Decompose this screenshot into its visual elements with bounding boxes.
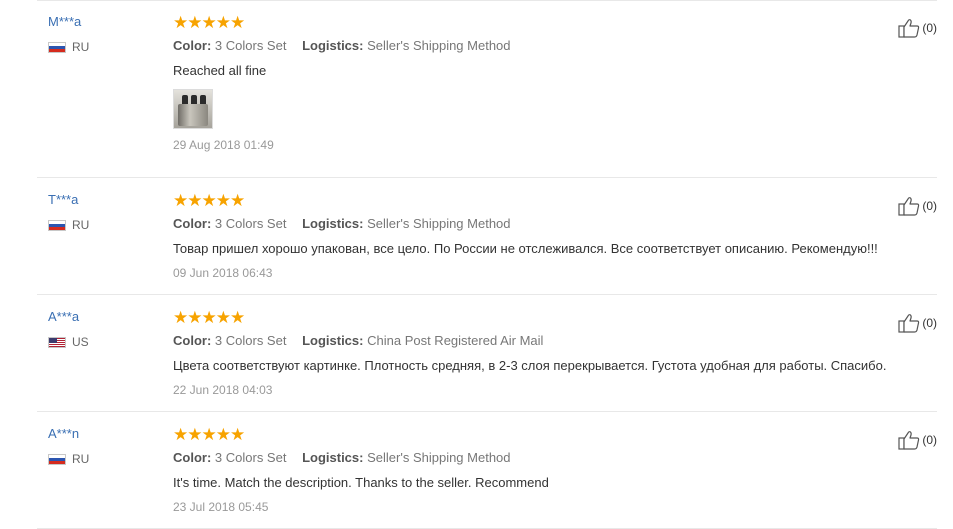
nail-polish-bottles xyxy=(178,104,208,126)
review-item: A***a US ★★★★★ Color: 3 Colors Set Logis… xyxy=(37,295,937,412)
review-date: 22 Jun 2018 04:03 xyxy=(173,383,273,397)
review-meta: Color: 3 Colors Set Logistics: Seller's … xyxy=(173,450,937,466)
logistics-value: China Post Registered Air Mail xyxy=(367,333,544,348)
flag-ru-icon xyxy=(48,219,66,231)
thumbs-up-icon xyxy=(898,314,920,333)
reviewer-name[interactable]: M***a xyxy=(48,14,89,30)
review-content: ★★★★★ Color: 3 Colors Set Logistics: Sel… xyxy=(173,426,937,515)
reviewer-country: US xyxy=(48,335,89,349)
color-label: Color: xyxy=(173,333,212,348)
helpful-button[interactable]: (0) xyxy=(898,18,937,38)
review-item: M***a RU ★★★★★ Color: 3 Colors Set Logis… xyxy=(37,0,937,178)
reviewer-name[interactable]: T***a xyxy=(48,192,89,208)
logistics-label: Logistics: xyxy=(302,38,364,53)
review-photo-thumbnail[interactable] xyxy=(173,89,213,129)
flag-us-icon xyxy=(48,336,66,348)
review-item: A***n RU ★★★★★ Color: 3 Colors Set Logis… xyxy=(37,412,937,529)
flag-ru-icon xyxy=(48,453,66,465)
helpful-count: (0) xyxy=(922,21,937,35)
logistics-label: Logistics: xyxy=(302,333,364,348)
logistics-label: Logistics: xyxy=(302,216,364,231)
country-code: RU xyxy=(72,452,90,466)
helpful-count: (0) xyxy=(922,199,937,213)
star-rating: ★★★★★ xyxy=(173,13,245,32)
review-date: 09 Jun 2018 06:43 xyxy=(173,266,273,280)
logistics-value: Seller's Shipping Method xyxy=(367,450,511,465)
color-label: Color: xyxy=(173,216,212,231)
review-meta: Color: 3 Colors Set Logistics: China Pos… xyxy=(173,333,937,349)
review-content: ★★★★★ Color: 3 Colors Set Logistics: Sel… xyxy=(173,14,937,153)
color-label: Color: xyxy=(173,450,212,465)
country-code: RU xyxy=(72,40,90,54)
country-code: US xyxy=(72,335,89,349)
star-rating: ★★★★★ xyxy=(173,308,245,327)
review-content: ★★★★★ Color: 3 Colors Set Logistics: Sel… xyxy=(173,192,937,281)
reviewer-country: RU xyxy=(48,218,89,232)
review-content: ★★★★★ Color: 3 Colors Set Logistics: Chi… xyxy=(173,309,937,398)
thumbs-up-icon xyxy=(898,197,920,216)
reviewer-info: A***n RU xyxy=(48,426,89,466)
color-value: 3 Colors Set xyxy=(214,38,287,53)
review-text: Товар пришел хорошо упакован, все цело. … xyxy=(173,241,878,256)
reviewer-country: RU xyxy=(48,452,89,466)
star-rating: ★★★★★ xyxy=(173,425,245,444)
helpful-button[interactable]: (0) xyxy=(898,196,937,216)
country-code: RU xyxy=(72,218,90,232)
flag-ru-icon xyxy=(48,41,66,53)
review-text: Reached all fine xyxy=(173,63,267,78)
logistics-label: Logistics: xyxy=(302,450,364,465)
review-item: T***a RU ★★★★★ Color: 3 Colors Set Logis… xyxy=(37,178,937,295)
reviewer-name[interactable]: A***a xyxy=(48,309,89,325)
color-label: Color: xyxy=(173,38,212,53)
reviewer-name[interactable]: A***n xyxy=(48,426,89,442)
review-text: It's time. Match the description. Thanks… xyxy=(173,475,549,490)
helpful-button[interactable]: (0) xyxy=(898,430,937,450)
reviewer-country: RU xyxy=(48,40,89,54)
thumbs-up-icon xyxy=(898,19,920,38)
reviewer-info: T***a RU xyxy=(48,192,89,232)
helpful-button[interactable]: (0) xyxy=(898,313,937,333)
color-value: 3 Colors Set xyxy=(214,216,287,231)
color-value: 3 Colors Set xyxy=(214,333,287,348)
review-meta: Color: 3 Colors Set Logistics: Seller's … xyxy=(173,216,937,232)
logistics-value: Seller's Shipping Method xyxy=(367,38,511,53)
thumbs-up-icon xyxy=(898,431,920,450)
review-text: Цвета соответствуют картинке. Плотность … xyxy=(173,358,887,373)
logistics-value: Seller's Shipping Method xyxy=(367,216,511,231)
reviewer-info: M***a RU xyxy=(48,14,89,54)
review-meta: Color: 3 Colors Set Logistics: Seller's … xyxy=(173,38,937,54)
color-value: 3 Colors Set xyxy=(214,450,287,465)
helpful-count: (0) xyxy=(922,316,937,330)
reviewer-info: A***a US xyxy=(48,309,89,349)
review-date: 29 Aug 2018 01:49 xyxy=(173,138,274,152)
review-date: 23 Jul 2018 05:45 xyxy=(173,500,269,514)
star-rating: ★★★★★ xyxy=(173,191,245,210)
helpful-count: (0) xyxy=(922,433,937,447)
